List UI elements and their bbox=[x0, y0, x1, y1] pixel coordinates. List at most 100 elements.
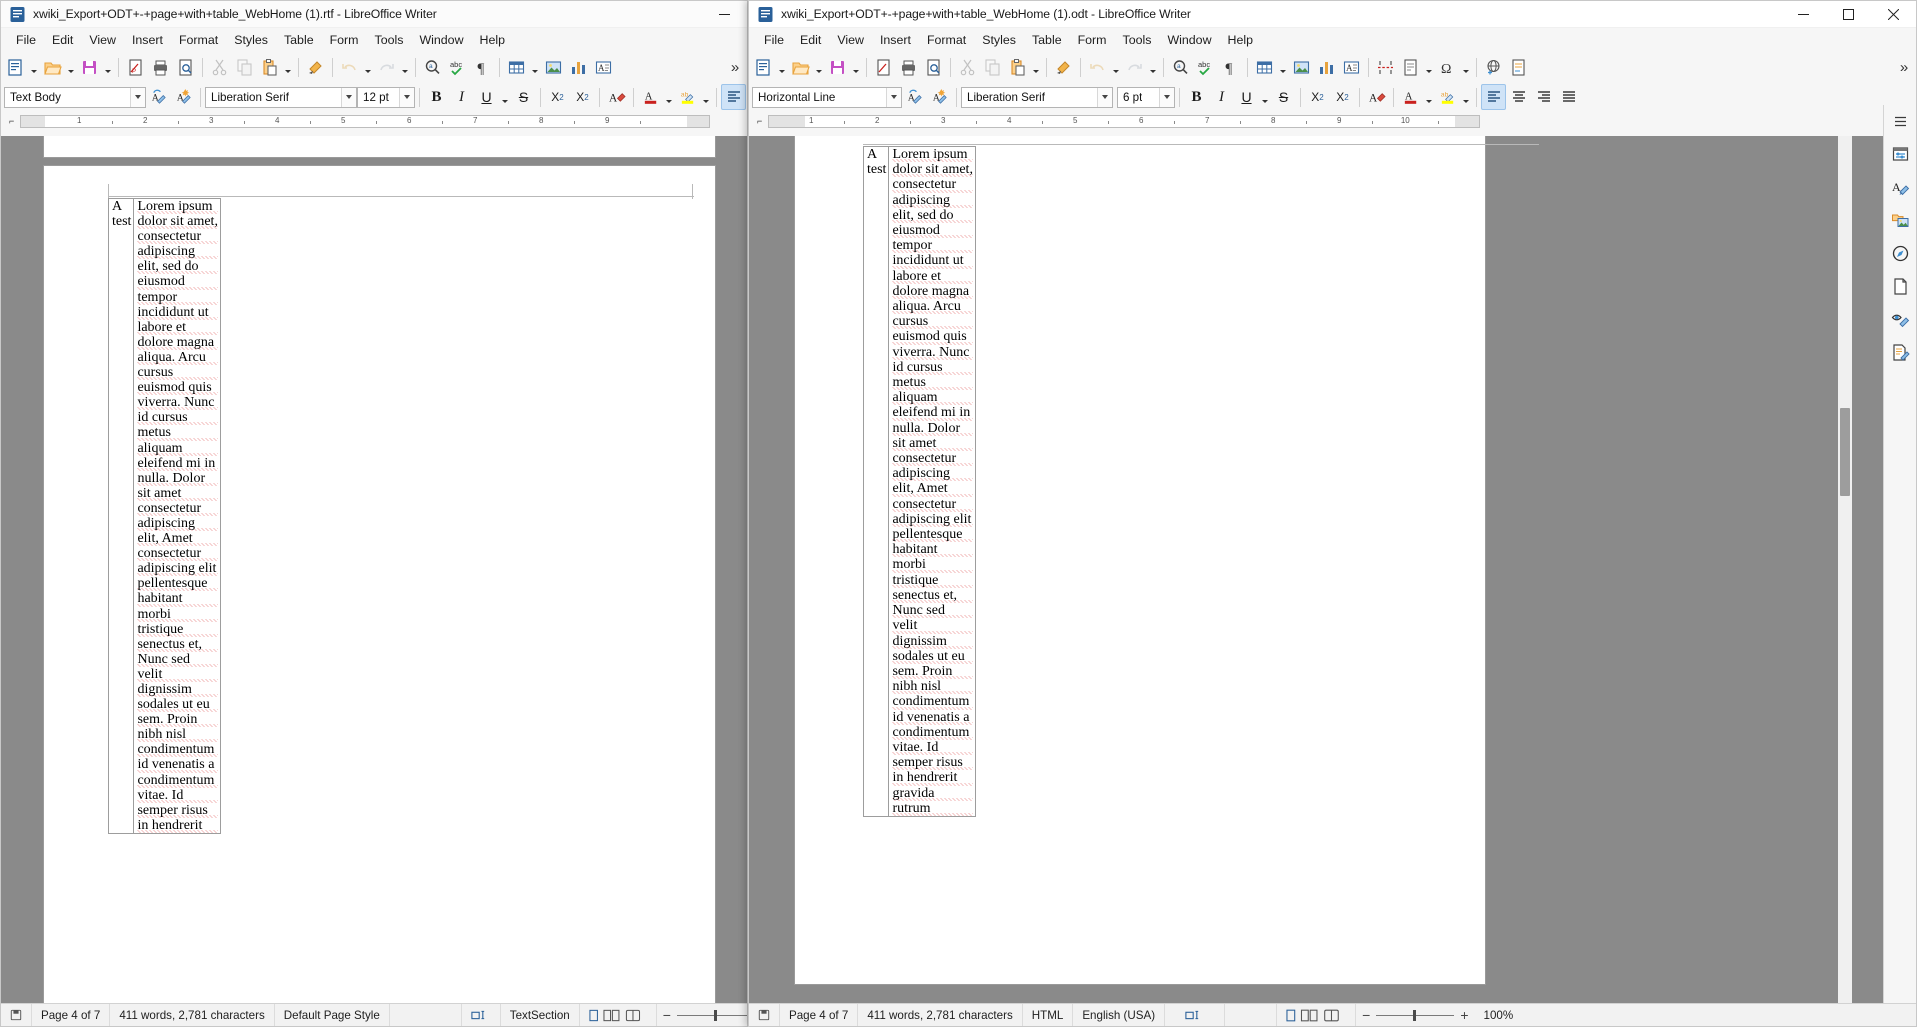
print-preview-icon[interactable] bbox=[921, 54, 946, 80]
insert-table-icon[interactable] bbox=[504, 54, 529, 80]
print-icon[interactable] bbox=[896, 54, 921, 80]
new-document-dropdown[interactable] bbox=[28, 54, 40, 80]
zoom-out-icon[interactable]: − bbox=[1362, 1007, 1376, 1023]
menu-window-right[interactable]: Window bbox=[1159, 31, 1219, 50]
undo-dropdown[interactable] bbox=[1110, 54, 1122, 80]
new-document-icon[interactable] bbox=[751, 54, 776, 80]
save-icon[interactable] bbox=[825, 54, 850, 80]
undo-icon[interactable] bbox=[337, 54, 362, 80]
save-icon[interactable] bbox=[77, 54, 102, 80]
new-document-icon[interactable] bbox=[3, 54, 28, 80]
insert-table-icon[interactable] bbox=[1252, 54, 1277, 80]
save-dropdown[interactable] bbox=[102, 54, 114, 80]
document-canvas-left[interactable]: A test Lorem ipsum dolor sit amet, consect… bbox=[1, 136, 747, 1004]
titlebar-right[interactable]: xwiki_Export+ODT+-+page+with+table_WebHo… bbox=[749, 1, 1916, 28]
strikethrough-icon[interactable]: S bbox=[1271, 84, 1296, 110]
clear-formatting-icon[interactable]: A bbox=[604, 84, 629, 110]
language-left[interactable] bbox=[390, 1003, 462, 1026]
chevron-down-icon[interactable] bbox=[1159, 87, 1174, 107]
bold-icon[interactable]: B bbox=[1184, 84, 1209, 110]
section-left[interactable]: TextSection bbox=[501, 1003, 580, 1026]
menu-form-right[interactable]: Form bbox=[1070, 31, 1115, 50]
paste-dropdown[interactable] bbox=[282, 54, 294, 80]
insert-table-dropdown[interactable] bbox=[529, 54, 541, 80]
copy-icon[interactable] bbox=[232, 54, 257, 80]
italic-icon[interactable]: I bbox=[449, 84, 474, 110]
minimize-button-left[interactable] bbox=[702, 1, 747, 28]
clone-formatting-icon[interactable] bbox=[1051, 54, 1076, 80]
zoom-level-right[interactable]: 100% bbox=[1475, 1004, 1523, 1027]
paste-icon[interactable] bbox=[1005, 54, 1030, 80]
find-replace-icon[interactable]: a bbox=[1168, 54, 1193, 80]
titlebar-left[interactable]: xwiki_Export+ODT+-+page+with+table_WebHo… bbox=[1, 1, 747, 28]
zoom-slider-right[interactable]: − + bbox=[1356, 1004, 1474, 1027]
chevron-down-icon[interactable] bbox=[1097, 87, 1112, 107]
menu-edit-left[interactable]: Edit bbox=[44, 31, 81, 50]
align-center-icon[interactable] bbox=[1506, 84, 1531, 110]
chevron-down-icon[interactable] bbox=[886, 87, 901, 107]
spelling-icon[interactable]: abc bbox=[445, 54, 470, 80]
chevron-down-icon[interactable] bbox=[399, 87, 414, 107]
menu-help-right[interactable]: Help bbox=[1220, 31, 1261, 50]
view-layout-right[interactable] bbox=[1277, 1003, 1357, 1026]
insert-chart-icon[interactable] bbox=[1314, 54, 1339, 80]
clear-formatting-icon[interactable]: A bbox=[1364, 84, 1389, 110]
menu-tools-left[interactable]: Tools bbox=[367, 31, 412, 50]
table-row[interactable]: A test Lorem ipsum dolor sit amet, consect… bbox=[862, 146, 976, 817]
open-icon[interactable] bbox=[788, 54, 813, 80]
menu-edit-right[interactable]: Edit bbox=[792, 31, 829, 50]
menu-form-left[interactable]: Form bbox=[322, 31, 367, 50]
content-table-right[interactable]: A test Lorem ipsum dolor sit amet, consect… bbox=[862, 146, 976, 817]
gallery-icon[interactable] bbox=[1884, 204, 1916, 237]
styles-icon[interactable]: A bbox=[1884, 171, 1916, 204]
redo-icon[interactable] bbox=[374, 54, 399, 80]
table-row[interactable]: A test Lorem ipsum dolor sit amet, consect… bbox=[107, 198, 221, 834]
toolbar-overflow-right[interactable]: » bbox=[1894, 54, 1914, 80]
insert-field-dropdown[interactable] bbox=[1423, 54, 1435, 80]
menu-styles-right[interactable]: Styles bbox=[974, 31, 1024, 50]
open-dropdown[interactable] bbox=[65, 54, 77, 80]
insert-text-box-icon[interactable]: A bbox=[591, 54, 616, 80]
view-layout-left[interactable] bbox=[580, 1003, 657, 1026]
font-color-icon[interactable]: A bbox=[1398, 84, 1423, 110]
horizontal-ruler-left[interactable]: 1 2 3 4 5 6 7 8 9 bbox=[20, 114, 711, 128]
clone-formatting-icon[interactable] bbox=[303, 54, 328, 80]
insert-special-character-dropdown[interactable] bbox=[1460, 54, 1472, 80]
formatting-marks-icon[interactable]: ¶ bbox=[470, 54, 495, 80]
align-right-icon[interactable] bbox=[1531, 84, 1556, 110]
scrollbar-thumb-right[interactable] bbox=[1840, 408, 1850, 496]
properties-icon[interactable] bbox=[1884, 138, 1916, 171]
font-size-combo-left[interactable]: 12 pt bbox=[357, 86, 415, 108]
minimize-button-right[interactable] bbox=[1781, 1, 1826, 28]
page-number-left[interactable]: Page 4 of 7 bbox=[32, 1003, 111, 1026]
font-color-icon[interactable]: A bbox=[638, 84, 663, 110]
content-table-left[interactable]: A test Lorem ipsum dolor sit amet, consect… bbox=[107, 198, 221, 834]
vertical-scrollbar-right[interactable] bbox=[1838, 136, 1852, 1004]
subscript-icon[interactable]: X2 bbox=[570, 84, 595, 110]
horizontal-ruler-right[interactable]: 1 2 3 4 5 6 7 8 9 10 bbox=[768, 114, 1481, 128]
menu-view-left[interactable]: View bbox=[81, 31, 124, 50]
insert-image-icon[interactable] bbox=[1289, 54, 1314, 80]
menu-insert-left[interactable]: Insert bbox=[124, 31, 171, 50]
toolbar-overflow-left[interactable]: » bbox=[725, 54, 745, 80]
print-icon[interactable] bbox=[148, 54, 173, 80]
ruler-corner-right[interactable]: ⌐ bbox=[757, 116, 768, 126]
redo-icon[interactable] bbox=[1122, 54, 1147, 80]
underline-icon[interactable]: U bbox=[474, 84, 499, 110]
save-status-icon-right[interactable] bbox=[749, 1003, 780, 1026]
font-color-dropdown[interactable] bbox=[663, 84, 675, 110]
zoom-out-icon[interactable]: − bbox=[663, 1007, 677, 1023]
align-justified-icon[interactable] bbox=[1556, 84, 1581, 110]
style-inspector-icon[interactable] bbox=[1884, 303, 1916, 336]
section-right[interactable] bbox=[1225, 1003, 1278, 1026]
new-style-icon[interactable]: A bbox=[927, 84, 952, 110]
update-style-icon[interactable]: A bbox=[146, 84, 171, 110]
page-style-right[interactable]: HTML bbox=[1023, 1003, 1074, 1026]
selection-mode-icon-left[interactable] bbox=[462, 1003, 501, 1026]
paste-dropdown[interactable] bbox=[1030, 54, 1042, 80]
ruler-corner-left[interactable]: ⌐ bbox=[9, 116, 20, 126]
superscript-icon[interactable]: X2 bbox=[1305, 84, 1330, 110]
font-color-dropdown[interactable] bbox=[1423, 84, 1435, 110]
save-dropdown[interactable] bbox=[850, 54, 862, 80]
menu-file-right[interactable]: File bbox=[756, 31, 792, 50]
